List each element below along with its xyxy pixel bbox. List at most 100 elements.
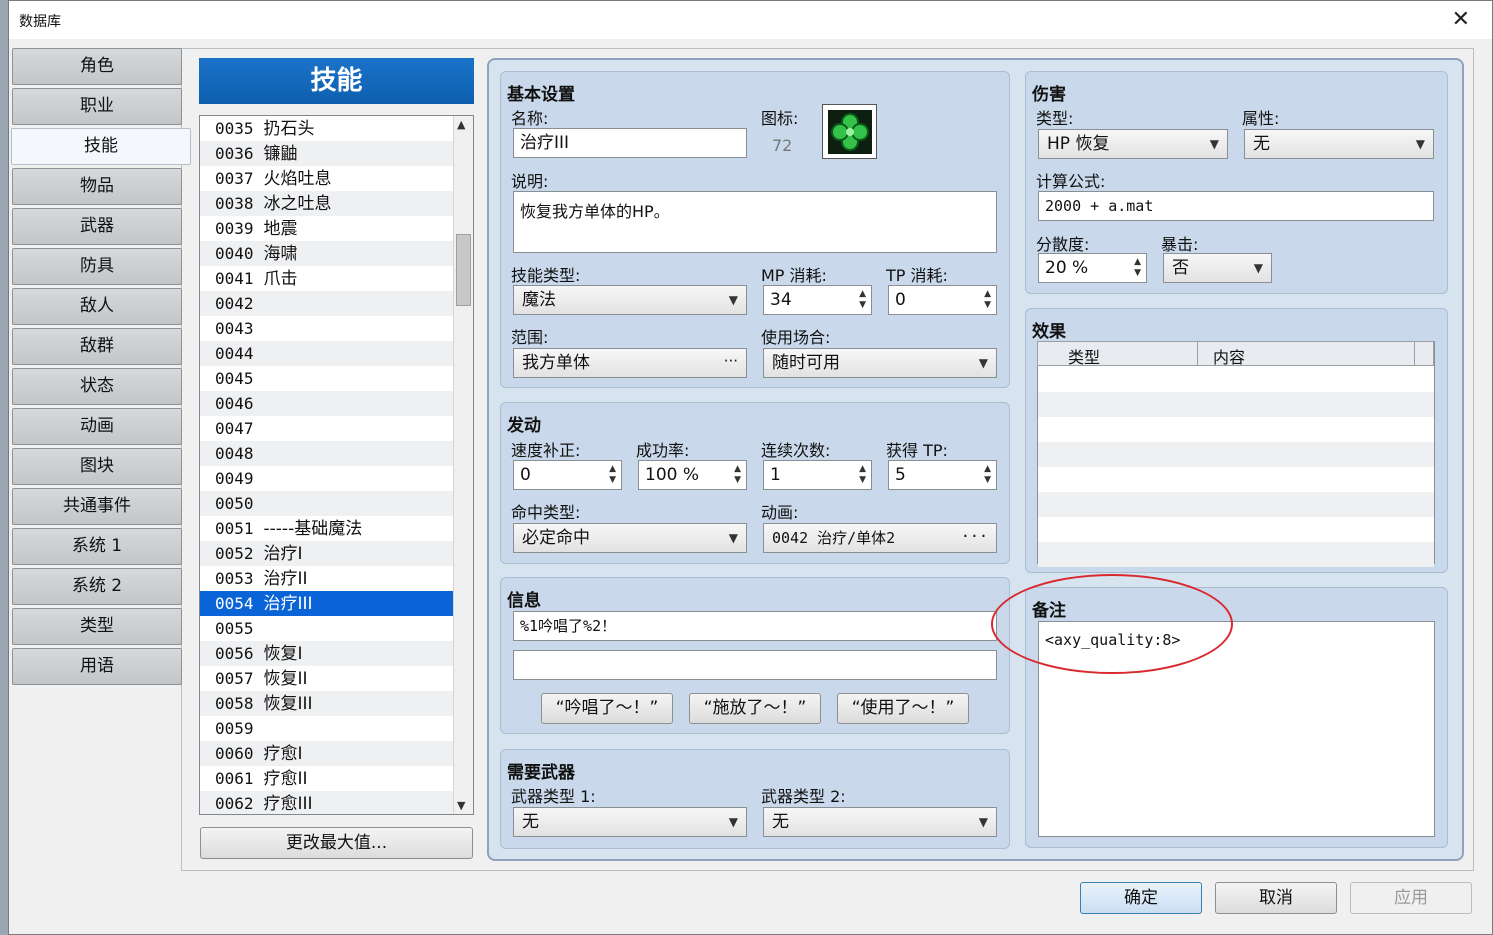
spin-down-icon[interactable]: ▼ <box>984 301 991 310</box>
success-spinner[interactable]: 100 % ▲ ▼ <box>638 460 747 490</box>
mp-cost-spinner[interactable]: 34 ▲ ▼ <box>763 285 872 315</box>
sidebar-tab[interactable]: 共通事件 <box>12 488 182 525</box>
list-item[interactable]: 0061 疗愈II <box>200 766 454 791</box>
sidebar-tab[interactable]: 技能 <box>11 128 191 165</box>
weapon-type-1-select[interactable]: 无 ▼ <box>513 807 747 837</box>
table-row[interactable] <box>1038 542 1434 567</box>
cancel-button[interactable]: 取消 <box>1215 882 1337 914</box>
list-item[interactable]: 0060 疗愈I <box>200 741 454 766</box>
formula-field[interactable]: 2000 + a.mat <box>1038 191 1434 221</box>
spin-up-icon[interactable]: ▲ <box>609 465 616 474</box>
message-line-2[interactable] <box>513 650 997 680</box>
table-row[interactable] <box>1038 492 1434 517</box>
spin-down-icon[interactable]: ▼ <box>609 476 616 485</box>
sidebar-tab[interactable]: 防具 <box>12 248 182 285</box>
list-item[interactable]: 0049 <box>200 466 454 491</box>
spin-up-icon[interactable]: ▲ <box>984 465 991 474</box>
sidebar-tab[interactable]: 角色 <box>12 48 182 85</box>
sidebar-tab[interactable]: 敌人 <box>12 288 182 325</box>
spin-up-icon[interactable]: ▲ <box>734 465 741 474</box>
list-item[interactable]: 0036 镰鼬 <box>200 141 454 166</box>
col-type-header[interactable]: 类型 <box>1068 344 1100 368</box>
sidebar-tab[interactable]: 系统 2 <box>12 568 182 605</box>
list-item[interactable]: 0042 <box>200 291 454 316</box>
table-row[interactable] <box>1038 417 1434 442</box>
element-select[interactable]: 无 ▼ <box>1244 129 1434 159</box>
list-item[interactable]: 0039 地震 <box>200 216 454 241</box>
list-item[interactable]: 0055 <box>200 616 454 641</box>
list-item[interactable]: 0048 <box>200 441 454 466</box>
sidebar-tab[interactable]: 图块 <box>12 448 182 485</box>
list-item[interactable]: 0059 <box>200 716 454 741</box>
list-item[interactable]: 0037 火焰吐息 <box>200 166 454 191</box>
list-item[interactable]: 0044 <box>200 341 454 366</box>
table-row[interactable] <box>1038 517 1434 542</box>
list-scrollbar[interactable]: ▲ ▼ <box>453 116 473 814</box>
scroll-down-icon[interactable]: ▼ <box>457 799 465 812</box>
preset-release-button[interactable]: “施放了～！” <box>689 693 821 724</box>
spin-down-icon[interactable]: ▼ <box>984 476 991 485</box>
sidebar-tab[interactable]: 类型 <box>12 608 182 645</box>
sidebar-tab[interactable]: 用语 <box>12 648 182 685</box>
spin-down-icon[interactable]: ▼ <box>1134 269 1141 278</box>
list-item[interactable]: 0041 爪击 <box>200 266 454 291</box>
spin-down-icon[interactable]: ▼ <box>734 476 741 485</box>
sidebar-tab[interactable]: 状态 <box>12 368 182 405</box>
sidebar-tab[interactable]: 职业 <box>12 88 182 125</box>
spin-up-icon[interactable]: ▲ <box>859 465 866 474</box>
sidebar-tab[interactable]: 物品 <box>12 168 182 205</box>
scope-select[interactable]: 我方单体 ··· <box>513 348 747 378</box>
speed-spinner[interactable]: 0 ▲ ▼ <box>513 460 622 490</box>
sidebar-tab[interactable]: 敌群 <box>12 328 182 365</box>
table-row[interactable] <box>1038 467 1434 492</box>
preset-cast-button[interactable]: “吟唱了～！” <box>541 693 673 724</box>
sidebar-tab[interactable]: 动画 <box>12 408 182 445</box>
spin-up-icon[interactable]: ▲ <box>984 290 991 299</box>
occasion-select[interactable]: 随时可用 ▼ <box>763 348 997 378</box>
sidebar-tab[interactable]: 武器 <box>12 208 182 245</box>
scroll-up-icon[interactable]: ▲ <box>457 118 465 131</box>
hit-type-select[interactable]: 必定命中 ▼ <box>513 523 747 553</box>
name-field[interactable]: 治疗III <box>513 128 747 158</box>
skill-icon-picker[interactable] <box>822 104 877 159</box>
list-item[interactable]: 0053 治疗II <box>200 566 454 591</box>
list-item[interactable]: 0045 <box>200 366 454 391</box>
list-item[interactable]: 0057 恢复II <box>200 666 454 691</box>
repeat-spinner[interactable]: 1 ▲ ▼ <box>763 460 872 490</box>
list-item[interactable]: 0047 <box>200 416 454 441</box>
list-item[interactable]: 0035 扔石头 <box>200 116 454 141</box>
table-row[interactable] <box>1038 367 1434 392</box>
list-item[interactable]: 0050 <box>200 491 454 516</box>
animation-select[interactable]: 0042 治疗/单体2 ··· <box>763 523 997 553</box>
spin-down-icon[interactable]: ▼ <box>859 476 866 485</box>
preset-use-button[interactable]: “使用了～！” <box>837 693 969 724</box>
list-item[interactable]: 0046 <box>200 391 454 416</box>
change-max-button[interactable]: 更改最大值... <box>200 827 473 859</box>
critical-select[interactable]: 否 ▼ <box>1163 253 1272 283</box>
damage-type-select[interactable]: HP 恢复 ▼ <box>1038 129 1228 159</box>
skill-list[interactable]: 0035 扔石头 0036 镰鼬 0037 火焰吐息 0038 冰之吐息 0039 地震 0040 海… <box>199 115 474 815</box>
list-item[interactable]: 0040 海啸 <box>200 241 454 266</box>
apply-button[interactable]: 应用 <box>1350 882 1472 914</box>
spin-up-icon[interactable]: ▲ <box>1134 258 1141 267</box>
weapon-type-2-select[interactable]: 无 ▼ <box>763 807 997 837</box>
sidebar-tab[interactable]: 系统 1 <box>12 528 182 565</box>
table-row[interactable] <box>1038 392 1434 417</box>
table-row[interactable] <box>1038 442 1434 467</box>
scroll-thumb[interactable] <box>456 234 471 306</box>
list-item[interactable]: 0058 恢复III <box>200 691 454 716</box>
list-item[interactable]: 0062 疗愈III <box>200 791 454 814</box>
list-item[interactable]: 0043 <box>200 316 454 341</box>
tp-gain-spinner[interactable]: 5 ▲ ▼ <box>888 460 997 490</box>
list-item[interactable]: 0038 冰之吐息 <box>200 191 454 216</box>
spin-down-icon[interactable]: ▼ <box>859 301 866 310</box>
spin-up-icon[interactable]: ▲ <box>859 290 866 299</box>
description-field[interactable]: 恢复我方单体的HP。 <box>513 191 997 253</box>
message-line-1[interactable]: %1吟唱了%2！ <box>513 611 997 641</box>
list-item[interactable]: 0054 治疗III <box>200 591 454 616</box>
list-item[interactable]: 0056 恢复I <box>200 641 454 666</box>
list-item[interactable]: 0051 -----基础魔法 <box>200 516 454 541</box>
tp-cost-spinner[interactable]: 0 ▲ ▼ <box>888 285 997 315</box>
variance-spinner[interactable]: 20 % ▲ ▼ <box>1038 253 1147 283</box>
ok-button[interactable]: 确定 <box>1080 882 1202 914</box>
